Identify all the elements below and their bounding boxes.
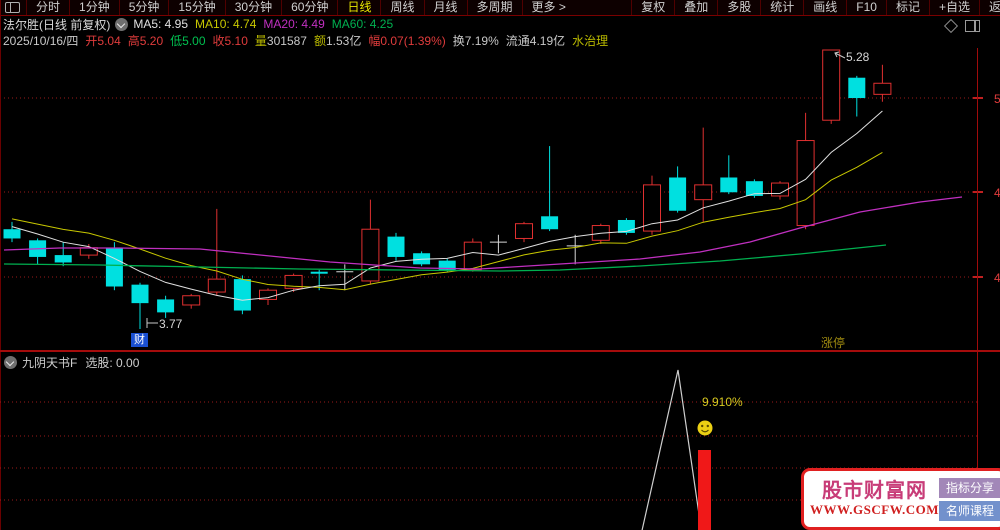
watermark-badge-2: 名师课程	[939, 501, 1000, 521]
price-axis-label: 4.00	[994, 271, 1000, 285]
app-window: { "menu": { "left_items": ["分时","1分钟","5…	[0, 0, 1000, 530]
low-price-label: 3.77	[159, 317, 182, 331]
high-price-label: 5.28	[846, 50, 869, 64]
price-axis-label: 4.50	[994, 186, 1000, 200]
watermark-site-name: 股市财富网	[822, 480, 927, 503]
watermark-url: WWW.GSCFW.COM	[810, 503, 939, 518]
watermark-badge-1: 指标分享	[939, 478, 1000, 498]
watermark-box: 股市财富网 WWW.GSCFW.COM 指标分享 名师课程	[801, 468, 1000, 530]
limit-up-label: 涨停	[821, 334, 845, 351]
signal-percent-label: 9.910%	[702, 395, 743, 409]
financial-report-badge[interactable]: 财	[131, 333, 148, 347]
price-axis-label: 5.00	[994, 92, 1000, 106]
